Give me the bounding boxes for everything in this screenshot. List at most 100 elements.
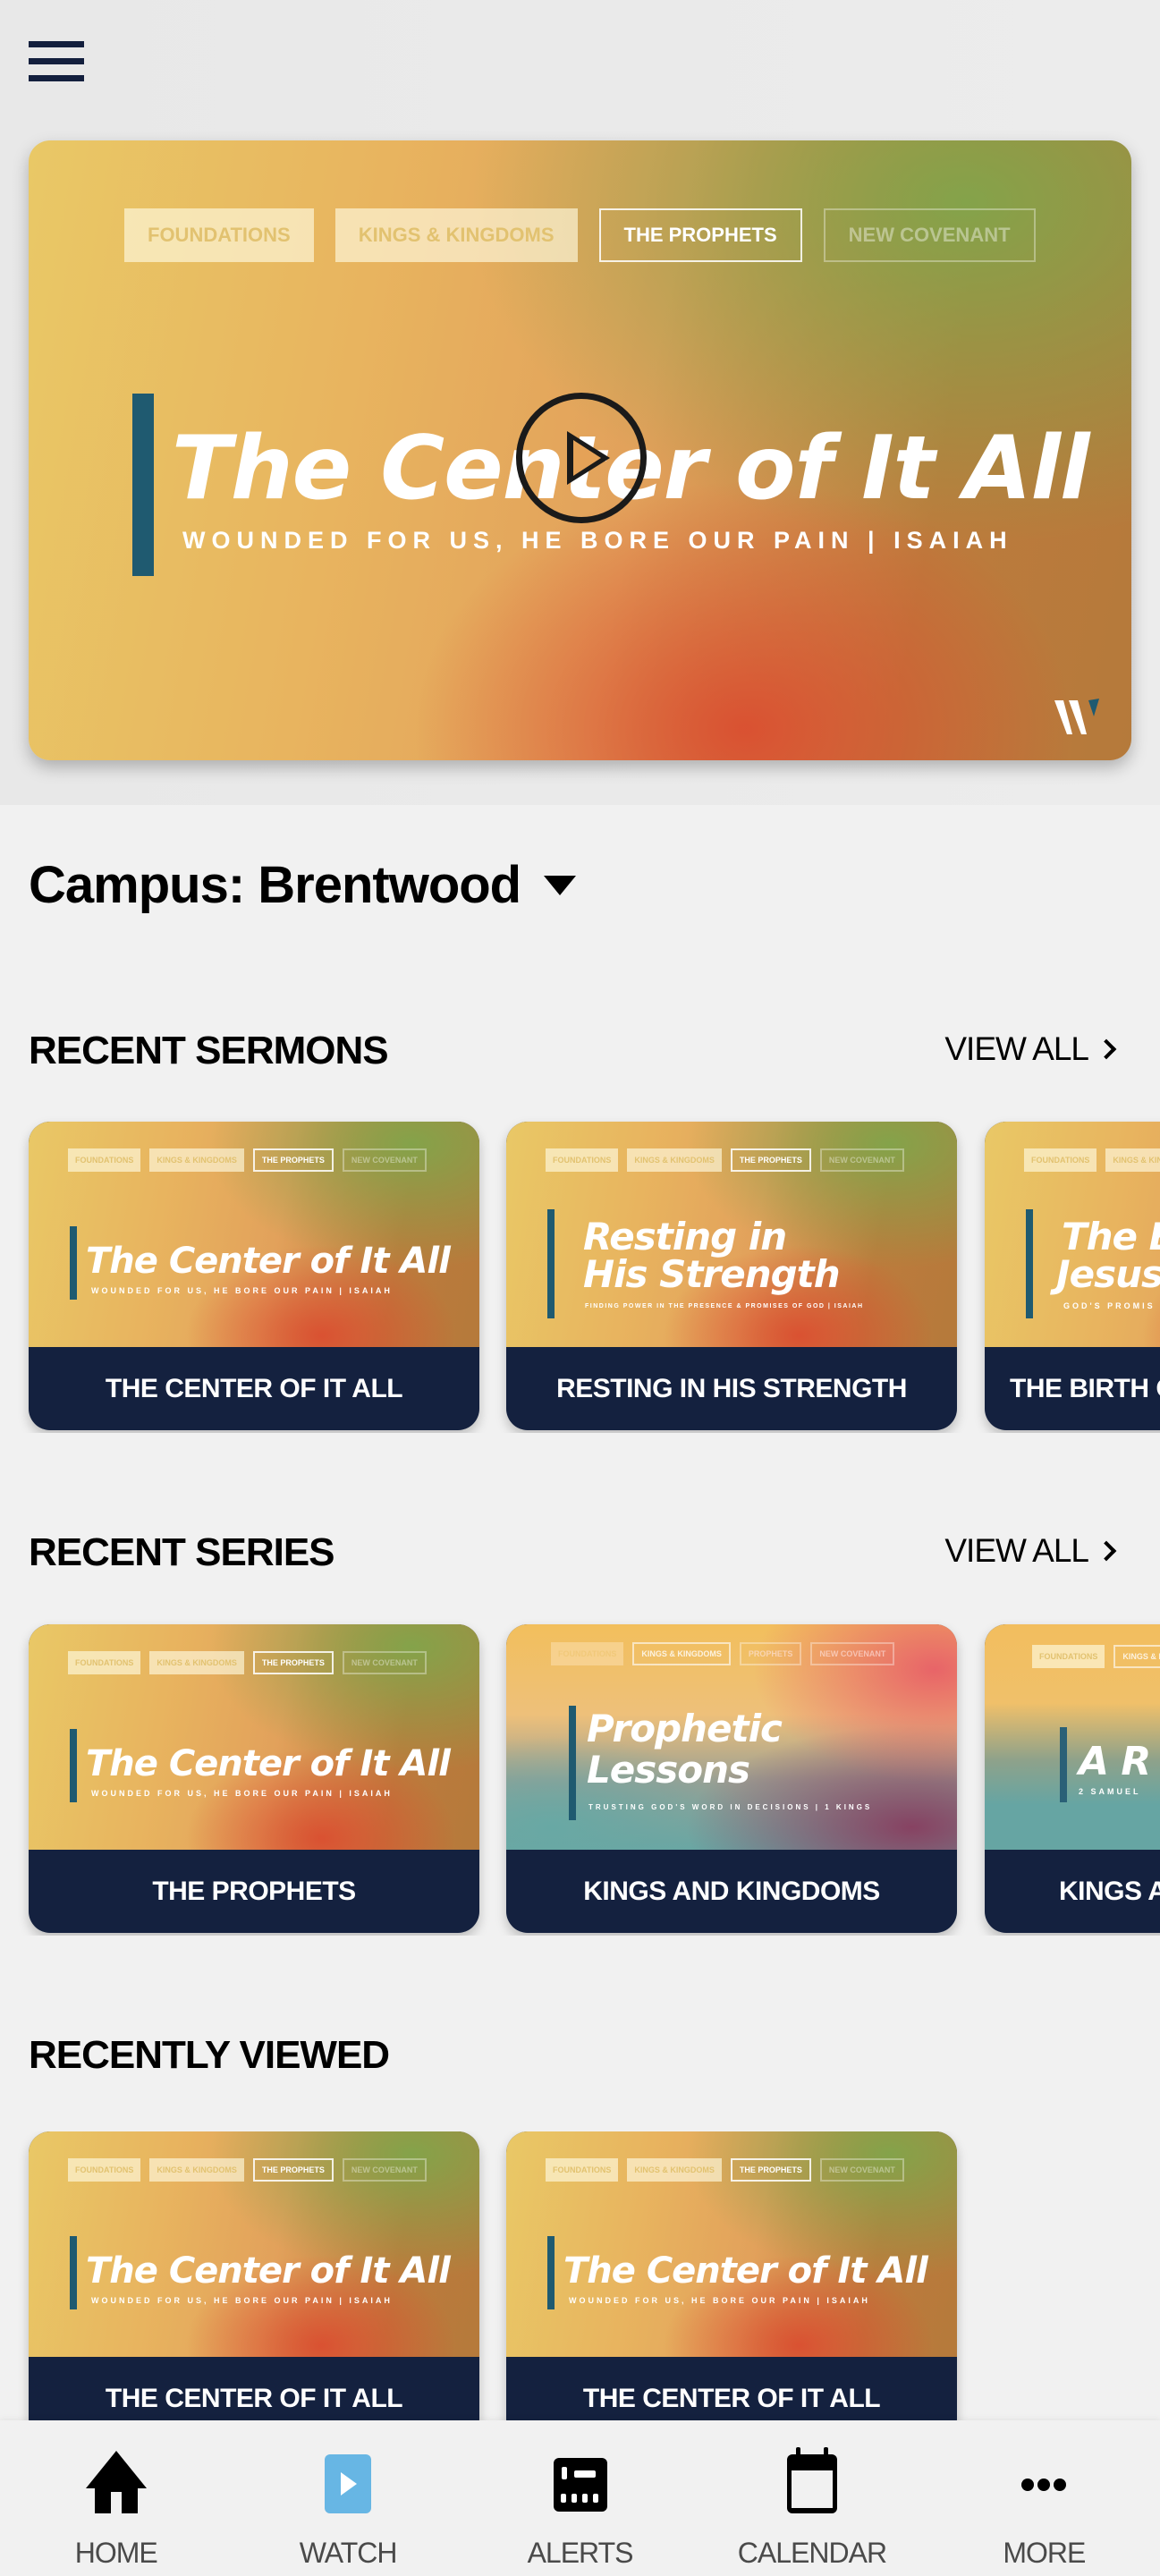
card-accent-bar xyxy=(547,1209,555,1318)
card-accent-bar xyxy=(1026,1209,1033,1318)
home-icon xyxy=(85,2451,147,2513)
view-all-label: VIEW ALL xyxy=(944,1532,1089,1569)
card-tag: FOUNDATIONS xyxy=(546,2158,619,2182)
card-tag: NEW COVENANT xyxy=(342,1651,427,1674)
card-tag: THE PROPHETS xyxy=(730,2158,811,2182)
recent-sermons-carousel[interactable]: FOUNDATIONS KINGS & KINGDOMS THE PROPHET… xyxy=(0,1111,1160,1433)
card-art-title: The Center of It All xyxy=(86,1241,451,1282)
hero-tag-kings-kingdoms: KINGS & KINGDOMS xyxy=(334,208,578,262)
card-art-title-line1: The B xyxy=(1062,1215,1160,1258)
sermon-artwork: FOUNDATIONS KINGS & KINGDOMS THE PROPHET… xyxy=(29,1122,479,1347)
sermon-artwork: FOUNDATIONS KINGS & KINGDOMS The B Jesus… xyxy=(985,1122,1160,1347)
hero-tag-foundations: FOUNDATIONS xyxy=(124,208,314,262)
recent-card[interactable]: FOUNDATIONS KINGS & KINGDOMS THE PROPHET… xyxy=(29,2131,479,2420)
card-art-subtitle: FINDING POWER IN THE PRESENCE & PROMISES… xyxy=(585,1303,864,1309)
card-tags: FOUNDATIONS KINGS & KINGDOMS THE PROPHET… xyxy=(68,1651,427,1674)
series-card[interactable]: FOUNDATIONS KINGS & KINGDOMS A R 2 SAMUE… xyxy=(985,1624,1160,1933)
nav-home[interactable]: HOME xyxy=(0,2420,232,2576)
card-caption: KINGS A xyxy=(1059,1876,1160,1906)
campus-selector[interactable]: Campus: Brentwood xyxy=(29,855,577,915)
card-accent-bar xyxy=(569,1706,576,1820)
hamburger-menu-icon[interactable] xyxy=(27,41,86,84)
card-art-subtitle: WOUNDED FOR US, HE BORE OUR PAIN | ISAIA… xyxy=(91,2296,393,2305)
nav-alerts[interactable]: ALERTS xyxy=(464,2420,696,2576)
card-tag: FOUNDATIONS xyxy=(68,2158,141,2182)
series-card[interactable]: FOUNDATIONS KINGS & KINGDOMS THE PROPHET… xyxy=(29,1624,479,1933)
card-accent-bar xyxy=(1060,1727,1067,1802)
card-tag: FOUNDATIONS xyxy=(551,1642,624,1665)
card-tag: KINGS & KINGDOMS xyxy=(627,2158,722,2182)
card-art-subtitle: WOUNDED FOR US, HE BORE OUR PAIN | ISAIA… xyxy=(91,1789,393,1798)
card-tag: FOUNDATIONS xyxy=(68,1651,141,1674)
recent-sermons-view-all[interactable]: VIEW ALL xyxy=(944,1030,1117,1068)
nav-more[interactable]: MORE xyxy=(928,2420,1160,2576)
card-art-title-line2: Jesus xyxy=(1056,1252,1160,1296)
hero-tag-new-covenant: NEW COVENANT xyxy=(823,208,1036,262)
card-art-title: The Center of It All xyxy=(563,2250,928,2292)
nav-label: CALENDAR xyxy=(737,2537,887,2569)
card-accent-bar xyxy=(70,1226,77,1300)
card-caption: THE CENTER OF IT ALL xyxy=(105,2384,403,2413)
card-tags: FOUNDATIONS KINGS & KINGDOMS THE PROPHET… xyxy=(68,1148,427,1172)
card-tag: FOUNDATIONS xyxy=(68,1148,141,1172)
alerts-icon xyxy=(553,2458,607,2512)
recently-viewed-title: RECENTLY VIEWED xyxy=(29,2033,390,2077)
card-accent-bar xyxy=(547,2236,555,2309)
sermon-card[interactable]: FOUNDATIONS KINGS & KINGDOMS The B Jesus… xyxy=(985,1122,1160,1430)
card-accent-bar xyxy=(70,2236,77,2309)
card-tag: KINGS & KINGDOMS xyxy=(1105,1148,1160,1172)
hero-accent-bar xyxy=(132,394,154,576)
card-tag: THE PROPHETS xyxy=(730,1148,811,1172)
card-tag: THE PROPHETS xyxy=(252,1148,334,1172)
menu-line xyxy=(29,41,84,47)
recent-series-view-all[interactable]: VIEW ALL xyxy=(944,1532,1117,1570)
nav-watch[interactable]: WATCH xyxy=(232,2420,463,2576)
card-tag: NEW COVENANT xyxy=(342,1148,427,1172)
card-tags: FOUNDATIONS KINGS & KINGDOMS THE PROPHET… xyxy=(68,2158,427,2182)
card-caption: THE BIRTH O xyxy=(1010,1373,1160,1403)
series-card[interactable]: FOUNDATIONS KINGS & KINGDOMS PROPHETS NE… xyxy=(506,1624,957,1933)
sermon-card[interactable]: FOUNDATIONS KINGS & KINGDOMS THE PROPHET… xyxy=(29,1122,479,1430)
card-accent-bar xyxy=(70,1729,77,1802)
play-circle-icon[interactable] xyxy=(516,393,647,523)
card-caption: THE CENTER OF IT ALL xyxy=(582,2384,881,2413)
sermon-card[interactable]: FOUNDATIONS KINGS & KINGDOMS THE PROPHET… xyxy=(506,1122,957,1430)
recent-card[interactable]: FOUNDATIONS KINGS & KINGDOMS THE PROPHET… xyxy=(506,2131,957,2420)
card-tags: FOUNDATIONS KINGS & KINGDOMS xyxy=(1032,1645,1160,1668)
card-tags: FOUNDATIONS KINGS & KINGDOMS PROPHETS NE… xyxy=(551,1642,895,1665)
recently-viewed-carousel[interactable]: FOUNDATIONS KINGS & KINGDOMS THE PROPHET… xyxy=(0,2131,1160,2420)
more-dots-icon xyxy=(1021,2479,1067,2491)
play-triangle xyxy=(567,431,610,485)
card-caption: KINGS AND KINGDOMS xyxy=(583,1876,880,1906)
campus-label: Campus: Brentwood xyxy=(29,856,521,914)
sermon-artwork: FOUNDATIONS KINGS & KINGDOMS THE PROPHET… xyxy=(506,1122,957,1347)
view-all-label: VIEW ALL xyxy=(944,1030,1089,1067)
nav-calendar[interactable]: CALENDAR xyxy=(696,2420,927,2576)
card-tag: KINGS & KINGDOMS xyxy=(149,1651,244,1674)
card-art-subtitle: 2 SAMUEL xyxy=(1079,1787,1141,1796)
card-art-title: The Center of It All xyxy=(86,1743,451,1784)
card-tag: KINGS & KINGDOMS xyxy=(149,1148,244,1172)
card-tag: THE PROPHETS xyxy=(252,1651,334,1674)
hero-series-tags: FOUNDATIONS KINGS & KINGDOMS THE PROPHET… xyxy=(124,208,1036,262)
card-caption: THE CENTER OF IT ALL xyxy=(105,1373,403,1403)
card-tag: NEW COVENANT xyxy=(342,2158,427,2182)
card-art-subtitle: WOUNDED FOR US, HE BORE OUR PAIN | ISAIA… xyxy=(569,2296,870,2305)
card-art-title: A R xyxy=(1079,1739,1151,1784)
recent-artwork: FOUNDATIONS KINGS & KINGDOMS THE PROPHET… xyxy=(29,2131,479,2357)
series-artwork: FOUNDATIONS KINGS & KINGDOMS THE PROPHET… xyxy=(29,1624,479,1850)
recent-series-carousel[interactable]: FOUNDATIONS KINGS & KINGDOMS THE PROPHET… xyxy=(0,1614,1160,1936)
card-art-title-line2: Lessons xyxy=(587,1748,750,1792)
card-art-title-line1: Prophetic xyxy=(587,1707,783,1750)
nav-label: ALERTS xyxy=(527,2537,634,2569)
card-tags: FOUNDATIONS KINGS & KINGDOMS THE PROPHET… xyxy=(546,2158,904,2182)
hero-subtitle: WOUNDED FOR US, HE BORE OUR PAIN | ISAIA… xyxy=(182,527,1013,554)
card-tag: KINGS & KINGDOMS xyxy=(632,1642,731,1665)
hero-video-banner[interactable]: FOUNDATIONS KINGS & KINGDOMS THE PROPHET… xyxy=(29,140,1131,760)
card-tag: KINGS & KINGDOMS xyxy=(1113,1645,1160,1668)
menu-line xyxy=(29,58,84,64)
card-tag: KINGS & KINGDOMS xyxy=(149,2158,244,2182)
caret-down-icon xyxy=(544,875,577,895)
card-tag: FOUNDATIONS xyxy=(546,1148,619,1172)
card-art-subtitle: TRUSTING GOD'S WORD IN DECISIONS | 1 KIN… xyxy=(588,1803,873,1811)
